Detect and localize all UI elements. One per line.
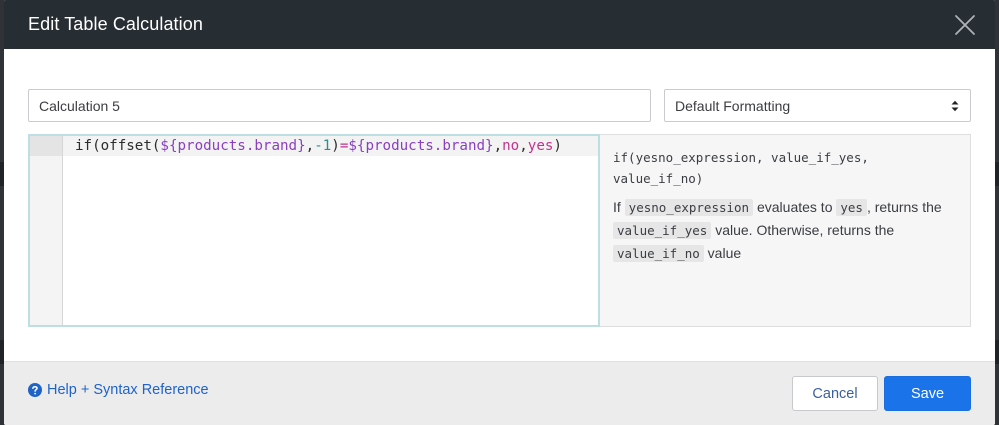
function-signature: if(yesno_expression, value_if_yes, value…	[613, 150, 869, 186]
function-help-panel: if(yesno_expression, value_if_yes, value…	[600, 134, 971, 327]
code-token-fn: if(offset(	[75, 138, 161, 154]
line-number-gutter	[30, 136, 63, 325]
function-description: If yesno_expression evaluates to yes, re…	[613, 196, 958, 265]
edit-table-calculation-dialog: Edit Table Calculation Default Formattin…	[4, 0, 995, 425]
code-token-fn: ,	[305, 138, 315, 154]
code-chip: yesno_expression	[624, 199, 754, 216]
desc-text: If	[613, 199, 625, 215]
code-token-fn: )	[331, 138, 340, 154]
expression-editor[interactable]: if(offset(${products.brand},-1)=${produc…	[28, 134, 600, 327]
dialog-title: Edit Table Calculation	[28, 14, 203, 34]
question-circle-icon	[28, 383, 42, 397]
dialog-body: Default Formatting if(offset(${products.…	[4, 49, 995, 361]
calculation-name-input[interactable]	[28, 89, 651, 122]
code-chip: value_if_no	[613, 245, 704, 262]
desc-text: evaluates to	[753, 199, 837, 215]
code-token-field: ${products.brand}	[160, 138, 306, 154]
code-token-field: ${products.brand}	[348, 138, 494, 154]
code-chip: value_if_yes	[613, 222, 712, 239]
active-line-gutter	[30, 136, 62, 156]
desc-text: value	[703, 245, 742, 261]
code-area[interactable]: if(offset(${products.brand},-1)=${produc…	[63, 136, 598, 325]
code-token-kw: yes	[527, 138, 554, 154]
dialog-header: Edit Table Calculation	[4, 0, 995, 49]
desc-text: value. Otherwise, returns the	[711, 222, 895, 238]
code-token-fn: ,	[519, 138, 528, 154]
code-token-fn: )	[553, 138, 562, 154]
dialog-footer: Help + Syntax Reference Cancel Save	[4, 361, 995, 425]
desc-text: , returns the	[866, 199, 942, 215]
save-button[interactable]: Save	[884, 376, 971, 411]
code-token-kw: no	[502, 138, 520, 154]
format-select[interactable]: Default Formatting	[664, 89, 971, 122]
code-chip: yes	[836, 199, 867, 216]
help-syntax-link[interactable]: Help + Syntax Reference	[28, 382, 209, 398]
select-arrows-icon	[951, 100, 959, 111]
close-icon	[955, 15, 975, 35]
close-button[interactable]	[953, 13, 977, 37]
code-token-fn: ,	[493, 138, 503, 154]
format-select-value: Default Formatting	[675, 97, 791, 114]
help-link-label: Help + Syntax Reference	[47, 382, 209, 398]
cancel-button[interactable]: Cancel	[792, 376, 878, 411]
code-token-num: -1	[314, 138, 332, 154]
code-line[interactable]: if(offset(${products.brand},-1)=${produc…	[63, 136, 598, 156]
